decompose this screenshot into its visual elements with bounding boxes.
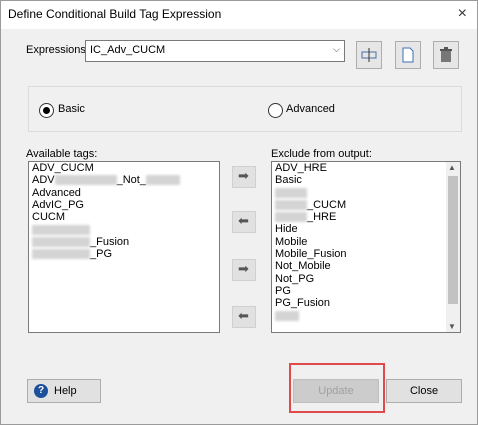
list-item[interactable]: CUCM xyxy=(29,211,219,223)
available-tags-label: Available tags: xyxy=(26,148,98,160)
exclude-label: Exclude from output: xyxy=(271,148,372,160)
move-all-left-button[interactable]: ⬅ xyxy=(232,306,256,328)
delete-expression-button[interactable] xyxy=(433,41,459,69)
expressions-value: IC_Adv_CUCM xyxy=(90,44,166,56)
list-item[interactable]: ADV _Not_ xyxy=(29,174,219,186)
list-item[interactable]: Not_PG xyxy=(272,273,460,285)
available-tags-list[interactable]: ADV_CUCM ADV _Not_ Advanced AdvIC_PG CUCM… xyxy=(28,161,220,333)
expressions-label: Expressions: xyxy=(26,44,89,56)
list-item[interactable]: ADV_CUCM xyxy=(29,162,219,174)
basic-radio[interactable] xyxy=(39,103,54,118)
dialog-window: Define Conditional Build Tag Expression … xyxy=(0,0,478,425)
help-button[interactable]: ? Help xyxy=(27,379,101,403)
move-right-button[interactable]: ➡ xyxy=(232,166,256,188)
highlight-box xyxy=(289,363,385,413)
exclude-list[interactable]: ADV_HRE Basic _CUCM _HRE Hide Mobile Mob… xyxy=(271,161,461,333)
arrow-right-icon: ➡ xyxy=(238,168,249,183)
list-item[interactable]: ADV_HRE xyxy=(272,162,460,174)
double-arrow-right-icon: ➡ xyxy=(238,261,249,276)
list-item[interactable]: Hide xyxy=(272,223,460,235)
list-item[interactable] xyxy=(272,187,460,199)
list-item[interactable]: PG xyxy=(272,285,460,297)
new-document-icon xyxy=(402,47,414,63)
close-button[interactable]: Close xyxy=(386,379,462,403)
close-window-icon[interactable]: × xyxy=(458,5,467,23)
edit-expression-button[interactable] xyxy=(356,41,382,69)
list-item[interactable]: Not_Mobile xyxy=(272,260,460,272)
exclude-scrollbar[interactable]: ▲ ▼ xyxy=(446,162,460,332)
list-item[interactable]: _CUCM xyxy=(272,199,460,211)
scroll-thumb[interactable] xyxy=(448,176,458,304)
list-item[interactable]: PG_Fusion xyxy=(272,297,460,309)
help-label: Help xyxy=(54,385,77,397)
list-item[interactable]: _PG xyxy=(29,248,219,260)
trash-icon xyxy=(440,47,452,62)
arrow-left-icon: ⬅ xyxy=(238,213,249,228)
double-arrow-left-icon: ⬅ xyxy=(238,308,249,323)
chevron-down-icon: ⌵ xyxy=(333,44,340,54)
mode-group xyxy=(28,86,462,132)
advanced-radio[interactable] xyxy=(268,103,283,118)
advanced-label: Advanced xyxy=(286,103,335,115)
scroll-down-icon[interactable]: ▼ xyxy=(448,322,456,331)
title-bar: Define Conditional Build Tag Expression … xyxy=(1,1,477,29)
list-item[interactable]: _HRE xyxy=(272,211,460,223)
help-icon: ? xyxy=(34,384,48,398)
move-left-button[interactable]: ⬅ xyxy=(232,211,256,233)
list-item[interactable]: Mobile xyxy=(272,236,460,248)
list-item[interactable]: Basic xyxy=(272,174,460,186)
new-expression-button[interactable] xyxy=(395,41,421,69)
list-item[interactable]: AdvIC_PG xyxy=(29,199,219,211)
list-item[interactable] xyxy=(29,223,219,235)
move-all-right-button[interactable]: ➡ xyxy=(232,259,256,281)
list-item[interactable]: Mobile_Fusion xyxy=(272,248,460,260)
list-item[interactable]: _Fusion xyxy=(29,236,219,248)
scroll-up-icon[interactable]: ▲ xyxy=(448,163,456,172)
expressions-dropdown[interactable]: IC_Adv_CUCM ⌵ xyxy=(85,40,345,62)
edit-expression-icon xyxy=(361,48,377,62)
basic-label: Basic xyxy=(58,103,85,115)
list-item[interactable]: Advanced xyxy=(29,187,219,199)
list-item[interactable] xyxy=(272,310,460,322)
window-title: Define Conditional Build Tag Expression xyxy=(8,7,222,21)
